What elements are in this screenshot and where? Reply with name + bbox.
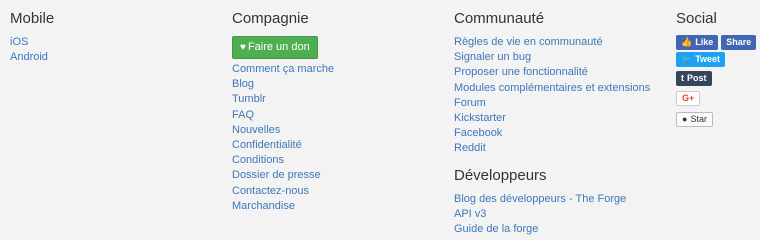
link-merch[interactable]: Marchandise [232, 199, 334, 214]
facebook-row: 👍 Like Share [676, 35, 757, 50]
facebook-share-button[interactable]: Share [721, 35, 757, 50]
link-contact[interactable]: Contactez-nous [232, 184, 334, 199]
gplus-row: G+ [676, 91, 756, 106]
twitter-row: 🐦 Tweet [676, 52, 756, 67]
post-label: Post [687, 73, 707, 83]
share-label: Share [726, 37, 752, 47]
community-column: Communauté Règles de vie en communauté S… [454, 9, 650, 237]
tumblr-post-button[interactable]: t Post [676, 71, 712, 86]
tweet-label: Tweet [695, 54, 721, 64]
link-addons[interactable]: Modules complémentaires et extensions [454, 81, 650, 96]
link-news[interactable]: Nouvelles [232, 123, 334, 138]
link-suggest-feature[interactable]: Proposer une fonctionnalité [454, 65, 650, 80]
github-icon: ● [682, 114, 688, 124]
community-heading: Communauté [454, 10, 545, 27]
link-reddit[interactable]: Reddit [454, 141, 650, 156]
gplus-label: G+ [682, 93, 695, 103]
link-android[interactable]: Android [10, 50, 54, 65]
github-row: ● Star [676, 112, 756, 127]
facebook-like-button[interactable]: 👍 Like [676, 35, 719, 50]
link-ios[interactable]: iOS [10, 35, 54, 50]
developers-heading: Développeurs [454, 166, 547, 184]
star-label: Star [690, 114, 707, 124]
link-tumblr[interactable]: Tumblr [232, 92, 334, 107]
link-kickstarter[interactable]: Kickstarter [454, 111, 650, 126]
mobile-column: Mobile iOS Android [10, 9, 54, 65]
tweet-button[interactable]: 🐦 Tweet [676, 52, 726, 67]
google-plus-button[interactable]: G+ [676, 91, 701, 106]
link-terms[interactable]: Conditions [232, 153, 334, 168]
tumblr-icon: t [681, 73, 684, 83]
tumblr-row: t Post [676, 71, 756, 86]
donate-button[interactable]: ♥ Faire un don [232, 36, 318, 59]
social-column: Social 👍 Like Share 🐦 Tweet t Post G+ ● … [676, 9, 757, 129]
link-blog[interactable]: Blog [232, 77, 334, 92]
github-star-button[interactable]: ● Star [676, 112, 713, 127]
link-forge-guide[interactable]: Guide de la forge [454, 222, 650, 237]
link-facebook[interactable]: Facebook [454, 126, 650, 141]
heart-icon: ♥ [240, 42, 246, 53]
link-report-bug[interactable]: Signaler un bug [454, 50, 650, 65]
donate-label: Faire un don [247, 41, 310, 53]
social-heading: Social [676, 10, 717, 27]
company-column: Compagnie ♥ Faire un don Comment ça march… [232, 9, 334, 214]
twitter-bird-icon: 🐦 [681, 54, 693, 64]
company-heading: Compagnie [232, 10, 309, 27]
link-community-rules[interactable]: Règles de vie en communauté [454, 35, 650, 50]
like-label: Like [695, 37, 714, 47]
link-privacy[interactable]: Confidentialité [232, 138, 334, 153]
link-api[interactable]: API v3 [454, 207, 650, 222]
link-dev-blog[interactable]: Blog des développeurs - The Forge [454, 192, 650, 207]
site-footer: Mobile iOS Android Compagnie ♥ Faire un d… [0, 0, 760, 240]
link-forum[interactable]: Forum [454, 96, 650, 111]
link-press-kit[interactable]: Dossier de presse [232, 168, 334, 183]
thumbs-up-icon: 👍 [681, 37, 693, 47]
link-how-it-works[interactable]: Comment ça marche [232, 62, 334, 77]
mobile-heading: Mobile [10, 10, 55, 27]
link-faq[interactable]: FAQ [232, 108, 334, 123]
